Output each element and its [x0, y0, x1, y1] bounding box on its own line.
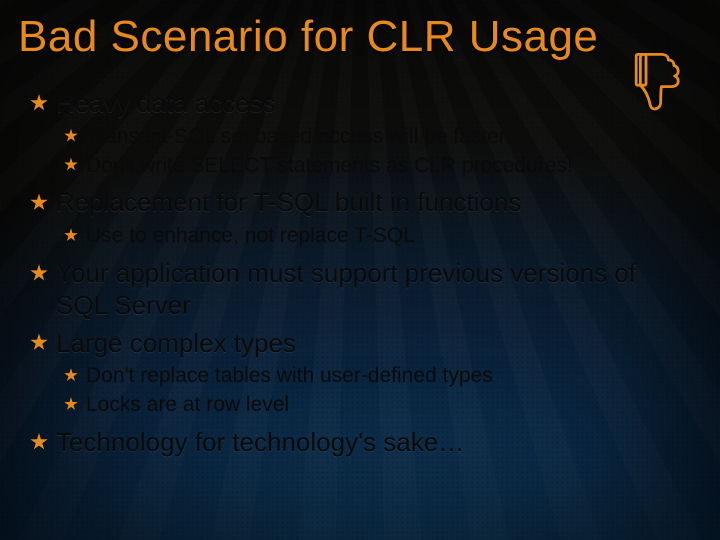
sub-list: Don't replace tables with user-defined t… [56, 363, 694, 419]
list-item: Heavy data access Transact-SQL set based… [18, 88, 694, 179]
bullet-text: Large complex types [56, 328, 296, 358]
bullet-text: Don't write SELECT statements as CLR pro… [86, 154, 573, 177]
bullet-text: Locks are at row level [86, 393, 289, 416]
list-item: Transact-SQL set based access will be fa… [56, 124, 694, 151]
list-item: Replacement for T-SQL built in functions… [18, 187, 694, 250]
sub-list: Transact-SQL set based access will be fa… [56, 124, 694, 180]
sub-list: Use to enhance, not replace T-SQL [56, 223, 694, 250]
bullet-text: Technology for technology's sake… [56, 427, 464, 457]
slide: Bad Scenario for CLR Usage Heavy data ac… [0, 0, 720, 540]
list-item: Don't replace tables with user-defined t… [56, 363, 694, 390]
list-item: Locks are at row level [56, 392, 694, 419]
bullet-text: Your application must support previous v… [56, 258, 636, 320]
list-item: Technology for technology's sake… [18, 427, 694, 459]
list-item: Use to enhance, not replace T-SQL [56, 223, 694, 250]
list-item: Don't write SELECT statements as CLR pro… [56, 153, 694, 180]
bullet-text: Heavy data access [56, 88, 276, 118]
list-item: Large complex types Don't replace tables… [18, 328, 694, 419]
bullet-text: Don't replace tables with user-defined t… [86, 364, 493, 387]
list-item: Your application must support previous v… [18, 258, 694, 321]
bullet-text: Transact-SQL set based access will be fa… [86, 125, 506, 148]
bullet-text: Use to enhance, not replace T-SQL [86, 224, 415, 247]
bullet-text: Replacement for T-SQL built in functions [56, 187, 521, 217]
bullet-list: Heavy data access Transact-SQL set based… [18, 88, 694, 459]
slide-title: Bad Scenario for CLR Usage [18, 12, 694, 62]
